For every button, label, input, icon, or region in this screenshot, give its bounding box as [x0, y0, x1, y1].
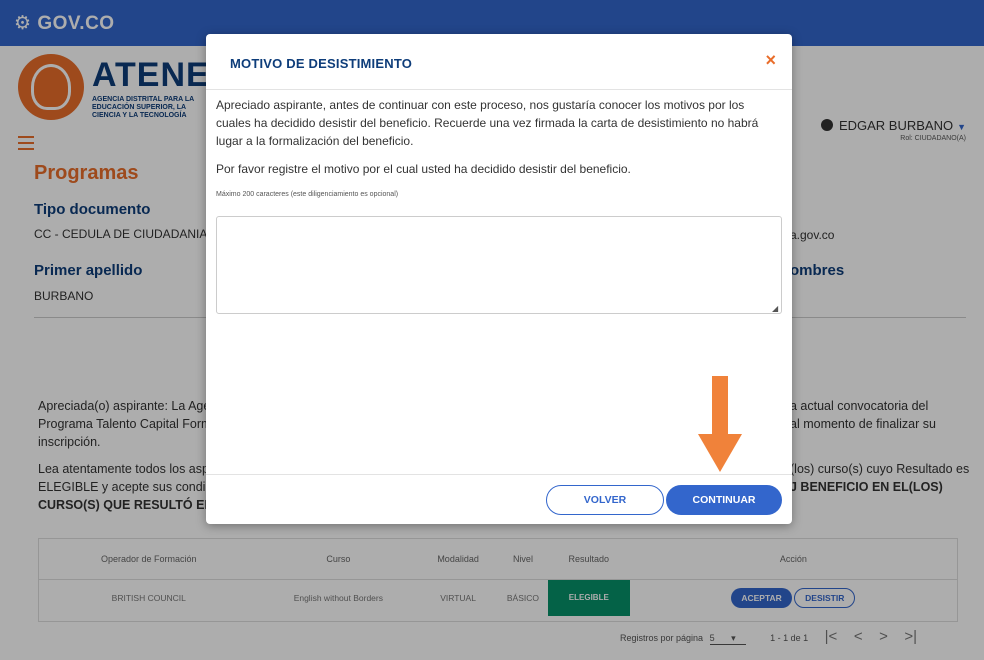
modal-intro-text: Apreciado aspirante, antes de continuar … — [216, 98, 759, 148]
modal-title: MOTIVO DE DESISTIMIENTO — [230, 56, 413, 71]
character-limit-hint: Máximo 200 caracteres (este diligenciami… — [216, 191, 399, 198]
modal-header: MOTIVO DE DESISTIMIENTO × — [206, 34, 792, 90]
continuar-button[interactable]: CONTINUAR — [666, 485, 782, 515]
volver-button[interactable]: VOLVER — [546, 485, 664, 515]
motivo-textarea[interactable] — [216, 216, 782, 314]
resize-handle-icon[interactable]: ◢ — [772, 304, 778, 313]
down-arrow-annotation-icon — [698, 376, 742, 472]
close-icon[interactable]: × — [765, 50, 776, 71]
modal-instruction-text: Por favor registre el motivo por el cual… — [216, 162, 631, 176]
